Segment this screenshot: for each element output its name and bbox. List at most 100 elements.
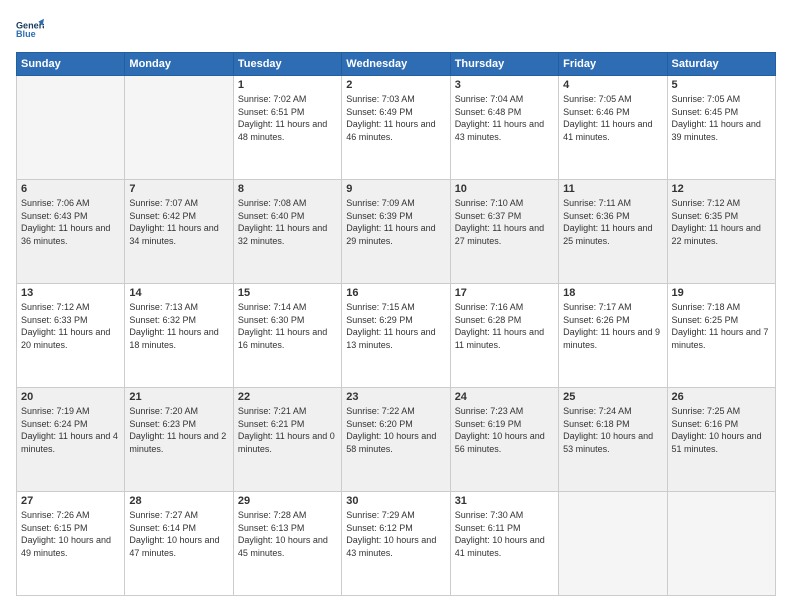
day-info: Sunrise: 7:14 AM Sunset: 6:30 PM Dayligh… <box>238 301 337 351</box>
calendar-cell: 23 Sunrise: 7:22 AM Sunset: 6:20 PM Dayli… <box>342 388 450 492</box>
weekday-header-friday: Friday <box>559 53 667 76</box>
calendar-cell: 22 Sunrise: 7:21 AM Sunset: 6:21 PM Dayli… <box>233 388 341 492</box>
day-number: 27 <box>21 495 120 507</box>
weekday-header-sunday: Sunday <box>17 53 125 76</box>
day-info: Sunrise: 7:10 AM Sunset: 6:37 PM Dayligh… <box>455 197 554 247</box>
calendar-cell: 21 Sunrise: 7:20 AM Sunset: 6:23 PM Dayli… <box>125 388 233 492</box>
calendar-cell: 17 Sunrise: 7:16 AM Sunset: 6:28 PM Dayli… <box>450 284 558 388</box>
day-info: Sunrise: 7:02 AM Sunset: 6:51 PM Dayligh… <box>238 93 337 143</box>
calendar-cell: 14Sunrise: 7:13 AM Sunset: 6:32 PM Dayli… <box>125 284 233 388</box>
day-info: Sunrise: 7:21 AM Sunset: 6:21 PM Dayligh… <box>238 405 337 455</box>
day-info: Sunrise: 7:11 AM Sunset: 6:36 PM Dayligh… <box>563 197 662 247</box>
calendar-cell <box>667 492 775 596</box>
day-info: Sunrise: 7:22 AM Sunset: 6:20 PM Dayligh… <box>346 405 445 455</box>
day-number: 26 <box>672 391 771 403</box>
day-number: 24 <box>455 391 554 403</box>
day-info: Sunrise: 7:15 AM Sunset: 6:29 PM Dayligh… <box>346 301 445 351</box>
calendar-cell: 20Sunrise: 7:19 AM Sunset: 6:24 PM Dayli… <box>17 388 125 492</box>
calendar-table: SundayMondayTuesdayWednesdayThursdayFrid… <box>16 52 776 596</box>
day-number: 4 <box>563 79 662 91</box>
calendar-cell <box>559 492 667 596</box>
calendar-cell: 9 Sunrise: 7:09 AM Sunset: 6:39 PM Daylig… <box>342 180 450 284</box>
day-number: 9 <box>346 183 445 195</box>
day-info: Sunrise: 7:16 AM Sunset: 6:28 PM Dayligh… <box>455 301 554 351</box>
day-info: Sunrise: 7:03 AM Sunset: 6:49 PM Dayligh… <box>346 93 445 143</box>
day-info: Sunrise: 7:24 AM Sunset: 6:18 PM Dayligh… <box>563 405 662 455</box>
calendar-cell: 1Sunrise: 7:02 AM Sunset: 6:51 PM Daylig… <box>233 76 341 180</box>
calendar-week-4: 20Sunrise: 7:19 AM Sunset: 6:24 PM Dayli… <box>17 388 776 492</box>
calendar-week-1: 1Sunrise: 7:02 AM Sunset: 6:51 PM Daylig… <box>17 76 776 180</box>
logo: General Blue <box>16 16 48 44</box>
calendar-cell: 26 Sunrise: 7:25 AM Sunset: 6:16 PM Dayli… <box>667 388 775 492</box>
day-info: Sunrise: 7:19 AM Sunset: 6:24 PM Dayligh… <box>21 405 120 455</box>
day-info: Sunrise: 7:04 AM Sunset: 6:48 PM Dayligh… <box>455 93 554 143</box>
calendar-cell: 4 Sunrise: 7:05 AM Sunset: 6:46 PM Daylig… <box>559 76 667 180</box>
calendar-cell: 15 Sunrise: 7:14 AM Sunset: 6:30 PM Dayli… <box>233 284 341 388</box>
day-info: Sunrise: 7:05 AM Sunset: 6:46 PM Dayligh… <box>563 93 662 143</box>
calendar-cell: 18Sunrise: 7:17 AM Sunset: 6:26 PM Dayli… <box>559 284 667 388</box>
day-info: Sunrise: 7:18 AM Sunset: 6:25 PM Dayligh… <box>672 301 771 351</box>
calendar-cell: 13Sunrise: 7:12 AM Sunset: 6:33 PM Dayli… <box>17 284 125 388</box>
calendar-cell: 5 Sunrise: 7:05 AM Sunset: 6:45 PM Daylig… <box>667 76 775 180</box>
day-number: 28 <box>129 495 228 507</box>
calendar-cell: 28 Sunrise: 7:27 AM Sunset: 6:14 PM Dayli… <box>125 492 233 596</box>
day-info: Sunrise: 7:05 AM Sunset: 6:45 PM Dayligh… <box>672 93 771 143</box>
day-number: 8 <box>238 183 337 195</box>
day-number: 30 <box>346 495 445 507</box>
day-info: Sunrise: 7:06 AM Sunset: 6:43 PM Dayligh… <box>21 197 120 247</box>
calendar-cell <box>17 76 125 180</box>
day-info: Sunrise: 7:09 AM Sunset: 6:39 PM Dayligh… <box>346 197 445 247</box>
day-number: 15 <box>238 287 337 299</box>
day-number: 16 <box>346 287 445 299</box>
day-number: 19 <box>672 287 771 299</box>
day-number: 18 <box>563 287 662 299</box>
weekday-header-row: SundayMondayTuesdayWednesdayThursdayFrid… <box>17 53 776 76</box>
day-info: Sunrise: 7:07 AM Sunset: 6:42 PM Dayligh… <box>129 197 228 247</box>
day-info: Sunrise: 7:20 AM Sunset: 6:23 PM Dayligh… <box>129 405 228 455</box>
calendar-cell: 29Sunrise: 7:28 AM Sunset: 6:13 PM Dayli… <box>233 492 341 596</box>
day-number: 23 <box>346 391 445 403</box>
calendar-cell: 2 Sunrise: 7:03 AM Sunset: 6:49 PM Daylig… <box>342 76 450 180</box>
day-number: 25 <box>563 391 662 403</box>
day-number: 11 <box>563 183 662 195</box>
calendar-cell: 25 Sunrise: 7:24 AM Sunset: 6:18 PM Dayli… <box>559 388 667 492</box>
page: General Blue SundayMondayTuesdayWednesda… <box>0 0 792 612</box>
weekday-header-saturday: Saturday <box>667 53 775 76</box>
calendar-cell: 10 Sunrise: 7:10 AM Sunset: 6:37 PM Dayli… <box>450 180 558 284</box>
calendar-cell: 11 Sunrise: 7:11 AM Sunset: 6:36 PM Dayli… <box>559 180 667 284</box>
day-info: Sunrise: 7:23 AM Sunset: 6:19 PM Dayligh… <box>455 405 554 455</box>
day-info: Sunrise: 7:08 AM Sunset: 6:40 PM Dayligh… <box>238 197 337 247</box>
day-number: 6 <box>21 183 120 195</box>
calendar-cell <box>125 76 233 180</box>
calendar-cell: 27 Sunrise: 7:26 AM Sunset: 6:15 PM Dayli… <box>17 492 125 596</box>
svg-text:Blue: Blue <box>16 29 36 39</box>
day-number: 2 <box>346 79 445 91</box>
day-number: 29 <box>238 495 337 507</box>
day-info: Sunrise: 7:13 AM Sunset: 6:32 PM Dayligh… <box>129 301 228 351</box>
calendar-cell: 19 Sunrise: 7:18 AM Sunset: 6:25 PM Dayli… <box>667 284 775 388</box>
calendar-cell: 24 Sunrise: 7:23 AM Sunset: 6:19 PM Dayli… <box>450 388 558 492</box>
day-info: Sunrise: 7:26 AM Sunset: 6:15 PM Dayligh… <box>21 509 120 559</box>
calendar-cell: 16 Sunrise: 7:15 AM Sunset: 6:29 PM Dayli… <box>342 284 450 388</box>
calendar-week-3: 13Sunrise: 7:12 AM Sunset: 6:33 PM Dayli… <box>17 284 776 388</box>
day-number: 5 <box>672 79 771 91</box>
day-info: Sunrise: 7:27 AM Sunset: 6:14 PM Dayligh… <box>129 509 228 559</box>
calendar-cell: 6 Sunrise: 7:06 AM Sunset: 6:43 PM Daylig… <box>17 180 125 284</box>
weekday-header-thursday: Thursday <box>450 53 558 76</box>
calendar-cell: 8 Sunrise: 7:08 AM Sunset: 6:40 PM Daylig… <box>233 180 341 284</box>
day-number: 13 <box>21 287 120 299</box>
header: General Blue <box>16 16 776 44</box>
calendar-week-2: 6 Sunrise: 7:06 AM Sunset: 6:43 PM Daylig… <box>17 180 776 284</box>
day-info: Sunrise: 7:12 AM Sunset: 6:35 PM Dayligh… <box>672 197 771 247</box>
day-number: 22 <box>238 391 337 403</box>
day-number: 10 <box>455 183 554 195</box>
day-number: 17 <box>455 287 554 299</box>
weekday-header-wednesday: Wednesday <box>342 53 450 76</box>
day-number: 31 <box>455 495 554 507</box>
day-info: Sunrise: 7:25 AM Sunset: 6:16 PM Dayligh… <box>672 405 771 455</box>
weekday-header-monday: Monday <box>125 53 233 76</box>
day-info: Sunrise: 7:30 AM Sunset: 6:11 PM Dayligh… <box>455 509 554 559</box>
calendar-cell: 30Sunrise: 7:29 AM Sunset: 6:12 PM Dayli… <box>342 492 450 596</box>
calendar-cell: 7Sunrise: 7:07 AM Sunset: 6:42 PM Daylig… <box>125 180 233 284</box>
day-number: 21 <box>129 391 228 403</box>
